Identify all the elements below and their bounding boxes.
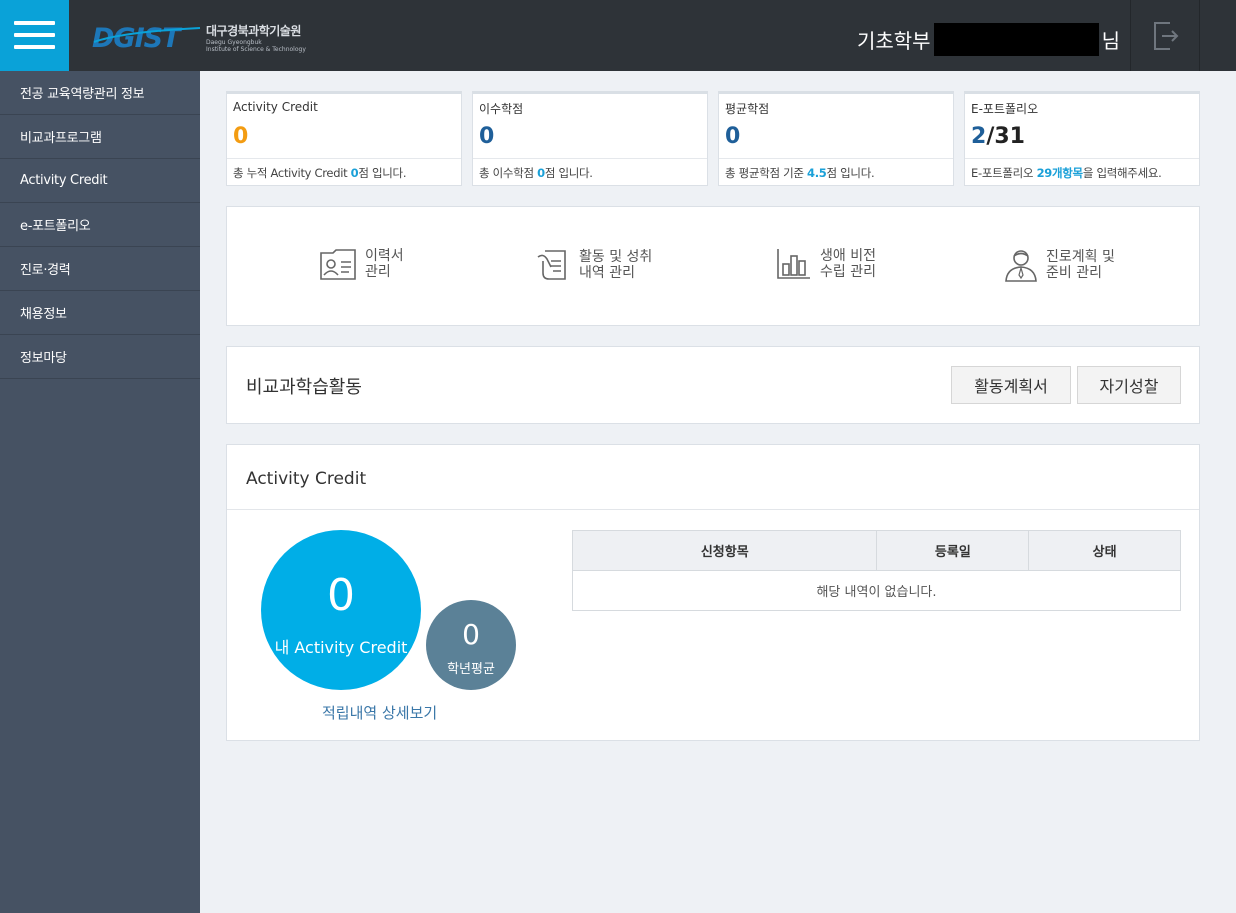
menu-bar-icon (14, 45, 55, 49)
sidebar-item-jobs[interactable]: 채용정보 (0, 291, 200, 335)
stat-note-text: 을 입력해주세요. (1082, 166, 1162, 180)
table-row: 해당 내역이 없습니다. (572, 570, 1181, 611)
sidebar-item-extracurricular[interactable]: 비교과프로그램 (0, 115, 200, 159)
panel-title: 비교과학습활동 (246, 377, 362, 398)
column-header-date[interactable]: 등록일 (876, 530, 1030, 571)
stat-cards: Activity Credit 0 총 누적 Activity Credit 0… (226, 91, 1200, 186)
id-card-icon (320, 249, 356, 280)
stat-note-text: 점 입니다. (826, 166, 875, 180)
stat-card-activity-credit[interactable]: Activity Credit 0 총 누적 Activity Credit 0… (226, 91, 462, 186)
portfolio-done-count: 2 (971, 124, 987, 149)
extracurricular-activity-panel: 비교과학습활동 활동계획서 자기성찰 (226, 346, 1200, 424)
stat-value: 0 (725, 124, 741, 149)
menu-bar-icon (14, 33, 55, 37)
empty-message: 해당 내역이 없습니다. (572, 570, 1181, 611)
user-department: 기초학부 (856, 28, 931, 53)
user-greeting: 기초학부 님 (857, 22, 1120, 56)
sidebar-item-activity-credit[interactable]: Activity Credit (0, 159, 200, 203)
menu-bar-icon (14, 21, 55, 25)
stat-value: 0 (479, 124, 495, 149)
stat-note: 총 누적 Activity Credit 0점 입니다. (233, 165, 407, 181)
sidebar-item-info[interactable]: 정보마당 (0, 335, 200, 379)
sidebar-item-career[interactable]: 진로·경력 (0, 247, 200, 291)
user-suffix: 님 (1101, 28, 1120, 53)
stat-note-text: 점 입니다. (358, 166, 407, 180)
hand-document-icon (537, 250, 566, 280)
table-header-row: 신청항목 등록일 상태 (571, 530, 1181, 571)
main-content: Activity Credit 0 총 누적 Activity Credit 0… (226, 91, 1200, 741)
top-header: DGIST 대구경북과학기술원 Daegu Gyeongbuk Institut… (0, 0, 1236, 71)
stat-title: E-포트폴리오 (971, 102, 1039, 116)
shortcut-label: 생애 비전 수립 관리 (820, 248, 876, 280)
management-shortcuts: 이력서 관리 활동 및 성취 내역 관리 생애 비전 수립 관리 진로계획 및 … (226, 206, 1200, 326)
stat-divider (965, 158, 1199, 159)
stat-note-text: 총 이수학점 (479, 166, 538, 180)
stat-divider (719, 158, 953, 159)
my-credit-value: 0 (327, 570, 355, 621)
stat-note: 총 평균학점 기준 4.5점 입니다. (725, 165, 875, 181)
stat-note-text: 총 평균학점 기준 (725, 166, 808, 180)
sidebar-item-major-competency[interactable]: 전공 교육역량관리 정보 (0, 71, 200, 115)
svg-text:DGIST: DGIST (92, 23, 183, 52)
stat-divider (473, 158, 707, 159)
stat-note: 총 이수학점 0점 입니다. (479, 165, 593, 181)
logo-korean: 대구경북과학기술원 (206, 23, 301, 38)
hamburger-menu-button[interactable] (0, 0, 69, 71)
credit-detail-link[interactable]: 적립내역 상세보기 (322, 702, 437, 723)
resume-management-link[interactable]: 이력서 관리 (319, 247, 404, 281)
stat-note-text: 총 누적 Activity Credit (233, 166, 351, 180)
activity-achievement-link[interactable]: 활동 및 성취 내역 관리 (535, 247, 652, 283)
stat-value: 0 (233, 124, 249, 149)
panel-header: Activity Credit (227, 445, 1199, 510)
stat-note-text: 점 입니다. (544, 166, 593, 180)
stat-card-e-portfolio[interactable]: E-포트폴리오 2/31 E-포트폴리오 29개항목을 입력해주세요. (964, 91, 1200, 186)
credit-history-table: 신청항목 등록일 상태 해당 내역이 없습니다. (571, 530, 1181, 611)
career-plan-link[interactable]: 진로계획 및 준비 관리 (1004, 247, 1115, 283)
stat-title: 이수학점 (479, 102, 524, 116)
stat-note-text: E-포트폴리오 (971, 166, 1037, 180)
column-header-item[interactable]: 신청항목 (571, 530, 878, 571)
redacted-user-name (933, 22, 1099, 56)
panel-title: Activity Credit (246, 469, 367, 489)
stat-note-value: 29개항목 (1036, 166, 1084, 180)
my-credit-circle: 0 내 Activity Credit (261, 530, 421, 690)
stat-title: Activity Credit (233, 100, 318, 114)
stat-note-value: 4.5 (807, 166, 827, 180)
stat-card-credits[interactable]: 이수학점 0 총 이수학점 0점 입니다. (472, 91, 708, 186)
shortcut-label: 진로계획 및 준비 관리 (1046, 249, 1115, 281)
activity-credit-panel: Activity Credit 0 내 Activity Credit 0 학년… (226, 444, 1200, 741)
person-icon (1005, 250, 1037, 282)
self-reflection-button[interactable]: 자기성찰 (1077, 366, 1181, 404)
stat-card-gpa[interactable]: 평균학점 0 총 평균학점 기준 4.5점 입니다. (718, 91, 954, 186)
grade-average-value: 0 (462, 618, 480, 651)
logout-icon (1154, 21, 1179, 50)
grade-average-circle: 0 학년평균 (426, 600, 516, 690)
logo-english: Daegu Gyeongbuk Institute of Science & T… (206, 38, 306, 53)
stat-divider (227, 158, 461, 159)
shortcut-label: 이력서 관리 (365, 248, 404, 280)
grade-average-label: 학년평균 (447, 662, 495, 677)
my-credit-label: 내 Activity Credit (274, 638, 408, 657)
stat-note: E-포트폴리오 29개항목을 입력해주세요. (971, 165, 1162, 181)
dgist-logo-mark-icon: DGIST (92, 23, 201, 52)
sidebar-nav: 전공 교육역량관리 정보 비교과프로그램 Activity Credit e-포… (0, 71, 200, 913)
dgist-logo[interactable]: DGIST 대구경북과학기술원 Daegu Gyeongbuk Institut… (92, 20, 306, 54)
logo-text: 대구경북과학기술원 Daegu Gyeongbuk Institute of S… (206, 22, 306, 53)
shortcut-label: 활동 및 성취 내역 관리 (579, 249, 653, 281)
sidebar-item-e-portfolio[interactable]: e-포트폴리오 (0, 203, 200, 247)
life-vision-link[interactable]: 생애 비전 수립 관리 (776, 247, 876, 281)
column-header-status[interactable]: 상태 (1028, 530, 1181, 571)
activity-plan-button[interactable]: 활동계획서 (951, 366, 1071, 404)
portfolio-total-count: /31 (986, 124, 1025, 149)
bar-chart-icon (777, 249, 810, 279)
logout-button[interactable] (1130, 0, 1200, 71)
stat-note-value: 0 (537, 166, 545, 180)
stat-value: 2/31 (971, 124, 1025, 149)
stat-title: 평균학점 (725, 102, 770, 116)
